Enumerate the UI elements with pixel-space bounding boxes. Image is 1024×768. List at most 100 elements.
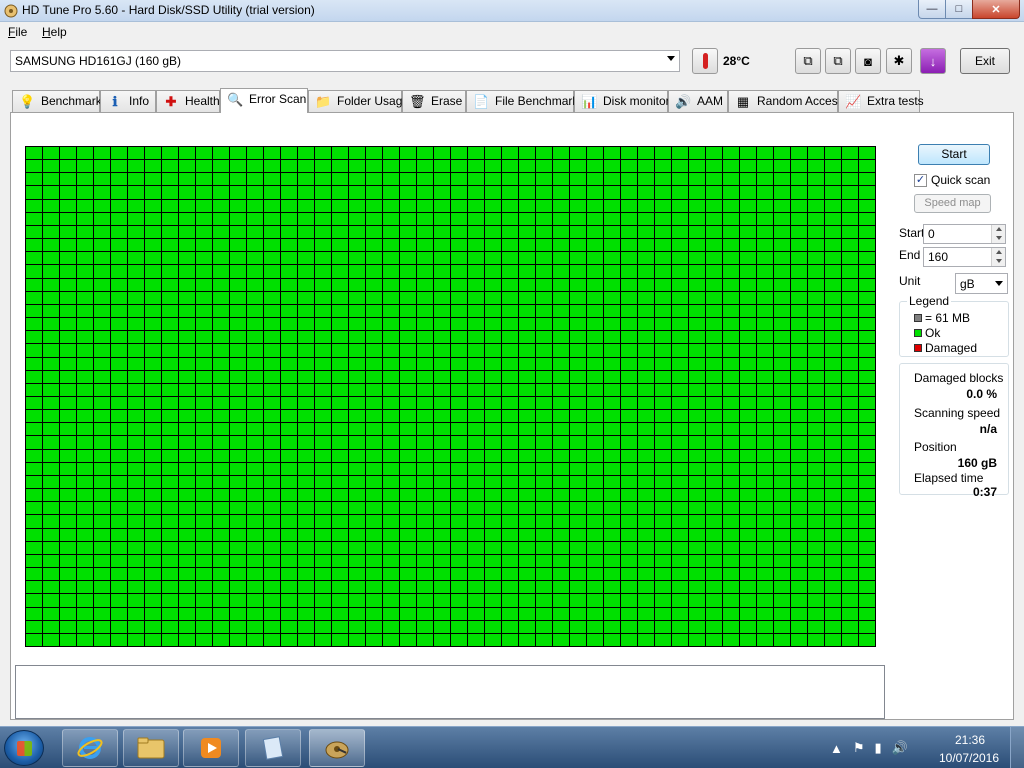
show-hidden-icon[interactable]: ▲ — [830, 741, 843, 756]
windows-start-icon[interactable] — [4, 730, 44, 766]
scan-block-ok — [621, 475, 637, 489]
tab-disk-monitor[interactable]: 📊 Disk monitor — [574, 90, 670, 112]
scan-block-ok — [247, 462, 263, 475]
tab-file-benchmark[interactable]: 📄 File Benchmark — [466, 90, 578, 112]
scan-block-ok — [434, 449, 450, 462]
network-icon[interactable]: ▮ — [875, 740, 882, 756]
scan-block-ok — [689, 436, 705, 449]
scan-block-ok — [757, 331, 773, 344]
copy-icon[interactable]: ⧉ — [795, 48, 821, 74]
stats-group: Damaged blocks 0.0 % Scanning speed n/a … — [899, 363, 1009, 499]
quick-scan-checkbox[interactable]: ✓ Quick scan — [914, 173, 990, 187]
tab-folder-usage[interactable]: 📁 Folder Usage — [308, 90, 409, 112]
scan-block-ok — [366, 528, 382, 541]
spin-up-icon[interactable] — [991, 248, 1005, 257]
scan-block-ok — [43, 489, 59, 502]
scan-block-ok — [128, 304, 144, 318]
scan-block-ok — [689, 581, 705, 594]
spin-up-icon[interactable] — [991, 225, 1005, 234]
copy-all-icon[interactable]: ⧉ — [825, 48, 851, 74]
scan-log[interactable] — [15, 665, 885, 719]
volume-icon[interactable]: 🔊 — [892, 740, 908, 756]
scan-block-ok — [604, 462, 620, 475]
scan-block-ok — [281, 462, 297, 475]
clock-time[interactable]: 21:36 — [940, 733, 1000, 747]
minimize-button[interactable]: — — [918, 0, 946, 19]
notepad-icon[interactable] — [245, 729, 301, 767]
scan-block-ok — [451, 173, 467, 186]
scan-block-ok — [315, 554, 331, 568]
scan-block-ok — [859, 265, 875, 278]
spin-down-icon[interactable] — [991, 234, 1005, 243]
start-spinner[interactable]: 0 — [923, 224, 1006, 244]
scan-block-ok — [349, 515, 365, 528]
scan-block-ok — [315, 620, 331, 633]
scan-block-ok — [689, 620, 705, 633]
exit-button[interactable]: Exit — [960, 48, 1010, 74]
tab-error-scan[interactable]: 🔍 Error Scan — [220, 88, 308, 113]
scan-block-ok — [621, 147, 637, 160]
internet-explorer-icon[interactable] — [62, 729, 118, 767]
scan-block-ok — [26, 410, 42, 423]
scan-block-ok — [825, 581, 841, 594]
tab-benchmark[interactable]: 💡 Benchmark — [12, 90, 102, 112]
end-spinner[interactable]: 160 — [923, 247, 1006, 267]
scan-block-ok — [247, 541, 263, 554]
scan-block-ok — [859, 278, 875, 291]
tab-health[interactable]: ✚ Health — [156, 90, 220, 112]
start-button[interactable]: Start — [918, 144, 990, 165]
legend-group: Legend = 61 MB Ok Damaged — [899, 294, 1009, 357]
scan-block-ok — [111, 462, 127, 475]
tab-info[interactable]: ℹ Info — [100, 90, 156, 112]
flag-icon[interactable]: ⚑ — [853, 740, 865, 756]
scan-block-ok — [315, 502, 331, 515]
unit-select[interactable]: gB — [955, 273, 1008, 294]
save-icon[interactable]: ↓ — [920, 48, 946, 74]
scan-block-ok — [859, 541, 875, 554]
scan-block-ok — [383, 581, 399, 594]
spin-down-icon[interactable] — [991, 257, 1005, 266]
scan-block-ok — [587, 239, 603, 252]
scan-block-ok — [230, 410, 246, 423]
explorer-icon[interactable] — [123, 729, 179, 767]
speed-map-button[interactable]: Speed map — [914, 194, 991, 213]
scan-block-ok — [740, 489, 756, 502]
scan-block-ok — [128, 212, 144, 225]
scan-block-ok — [842, 173, 858, 186]
menu-file[interactable]: File — [8, 25, 27, 39]
show-desktop-button[interactable] — [1010, 727, 1024, 768]
scan-block-ok — [213, 410, 229, 423]
tab-extra-tests[interactable]: 📈 Extra tests — [838, 90, 924, 112]
hd-tune-icon[interactable] — [309, 729, 365, 767]
scan-block-ok — [145, 581, 161, 594]
scan-block-ok — [60, 410, 76, 423]
scan-block-ok — [825, 344, 841, 357]
scan-block-ok — [128, 160, 144, 173]
camera-icon[interactable]: ◙ — [855, 48, 881, 74]
scan-block-ok — [400, 554, 416, 568]
tab-random-access[interactable]: ▦ Random Access — [728, 90, 844, 112]
scan-block-ok — [774, 397, 790, 410]
scan-block-ok — [298, 357, 314, 370]
media-player-icon[interactable] — [183, 729, 239, 767]
scan-block-ok — [315, 278, 331, 291]
maximize-button[interactable]: □ — [945, 0, 973, 19]
drive-select[interactable]: SAMSUNG HD161GJ (160 gB) — [10, 50, 680, 72]
menu-help[interactable]: Help — [42, 25, 67, 39]
scan-block-ok — [723, 370, 739, 383]
scan-block-ok — [689, 515, 705, 528]
clock-date[interactable]: 10/07/2016 — [934, 751, 1004, 765]
scan-block-ok — [485, 423, 501, 436]
scan-block-ok — [349, 357, 365, 370]
scan-block-ok — [570, 331, 586, 344]
scan-block-ok — [349, 160, 365, 173]
scan-block-ok — [723, 278, 739, 291]
chip-icon[interactable]: ✱ — [886, 48, 912, 74]
tab-erase[interactable]: 🗑 Erase — [402, 90, 466, 112]
tab-aam[interactable]: 🔊 AAM — [668, 90, 728, 112]
temperature-button[interactable] — [692, 48, 718, 74]
scan-block-ok — [774, 423, 790, 436]
close-button[interactable]: ✕ — [972, 0, 1020, 19]
scan-block-ok — [94, 410, 110, 423]
scan-block-ok — [162, 489, 178, 502]
